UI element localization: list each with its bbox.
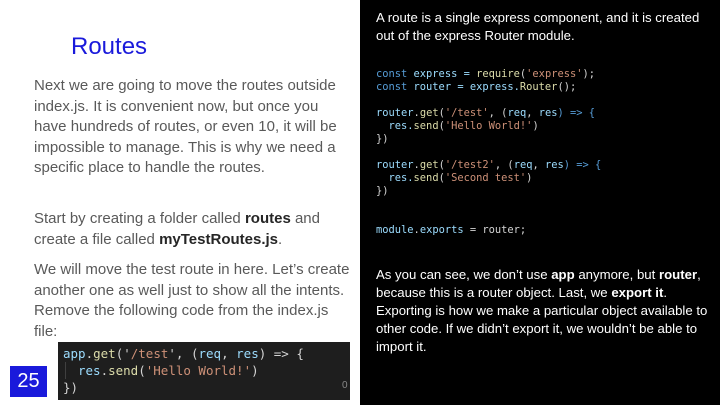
paragraph-instructions: Start by creating a folder called routes… [34,209,352,250]
code-token: res [544,159,564,171]
code-token: req [507,107,527,119]
code-token: app [63,346,86,361]
code-token: = router; [463,224,527,236]
code-token: . [85,346,94,361]
text-run: Start by creating a folder called [34,210,245,227]
code-line: module.exports = router; [376,224,601,237]
code-line: router.get('/test', (req, res) => { [376,107,601,120]
code-token: router = express. [407,81,520,93]
code-token: res. [376,172,414,184]
code-token: 'Hello World!' [145,363,252,378]
keyword-app: app [551,267,575,282]
code-token: '/test' [444,107,489,119]
code-token: get [93,346,116,361]
code-token: router [376,159,414,171]
code-token: ) => { [258,346,304,361]
code-token: ) [526,172,533,184]
code-token: send [413,172,439,184]
left-panel: Routes Next we are going to move the rou… [0,0,360,405]
slide: Routes Next we are going to move the rou… [0,0,720,405]
code-line: res.send('Second test') [376,172,601,185]
code-token: get [419,107,439,119]
code-token: (' [115,346,131,361]
code-token: router [376,107,414,119]
code-line: const express = require('express'); [376,68,601,81]
code-token: exports [419,224,464,236]
code-token: ', ( [168,346,199,361]
code-token: res [538,107,558,119]
code-token: , [526,107,539,119]
code-token: res [78,363,101,378]
code-token: module [376,224,414,236]
router-code-block: const express = require('express'); cons… [376,68,601,237]
code-token: ( [138,363,146,378]
paragraph-intro: Next we are going to move the routes out… [34,77,337,176]
code-token: send [108,363,139,378]
code-token: express = [407,68,477,80]
code-token: , [532,159,545,171]
code-token: '/test2' [444,159,495,171]
file-name: myTestRoutes.js [159,230,279,248]
code-token: (); [557,81,577,93]
code-token: req [513,159,533,171]
code-line: app.get('/test', (req, res) => { [63,345,350,362]
code-token: 'Second test' [444,172,527,184]
code-token: ) [532,120,539,132]
code-line: const router = express.Router(); [376,81,601,94]
code-token: . [100,363,109,378]
slide-title: Routes [71,33,148,60]
code-line: }) [376,185,389,197]
hidden-footer-text: 0 [342,380,348,391]
code-token: const [376,68,408,80]
code-line: res.send('Hello World!') [376,120,601,133]
route-description: A route is a single express component, a… [376,10,700,43]
code-token: require [476,68,520,80]
code-token: const [376,81,408,93]
code-token: send [413,120,439,132]
right-panel: A route is a single express component, a… [360,0,720,405]
code-line: router.get('/test2', (req, res) => { [376,159,601,172]
code-token: , [221,346,237,361]
code-token: ); [582,68,595,80]
code-token: ) [251,363,259,378]
code-token: res [236,346,259,361]
text-run: . [278,230,283,248]
code-token: ) => { [557,107,596,119]
code-line: }) [63,380,79,395]
code-token: , ( [494,159,514,171]
code-token: Router [519,81,558,93]
code-snippet-image: app.get('/test', (req, res) => { res.sen… [58,342,350,400]
code-token: res. [376,120,414,132]
keyword-router: router [658,267,698,282]
text-run: anymore, but [574,267,659,282]
code-token: , ( [488,107,508,119]
code-token: 'Hello World!' [444,120,533,132]
export-explanation: As you can see, we don’t use app anymore… [376,266,712,356]
code-token: get [419,159,439,171]
folder-name: routes [244,210,291,227]
code-token: /test [130,346,169,361]
indent-guide: res.send('Hello World!') [65,362,259,379]
code-token: req [198,346,222,361]
page-number-badge: 25 [10,366,47,397]
text-run: As you can see, we don’t use [376,267,552,282]
code-token: 'express' [526,68,583,80]
paragraph-move-route: We will move the test route in here. Let… [34,261,350,340]
keyword-export: export it [611,285,664,300]
code-line: res.send('Hello World!') [63,362,350,379]
code-token: ) => { [563,159,602,171]
code-line: }) [376,133,389,145]
